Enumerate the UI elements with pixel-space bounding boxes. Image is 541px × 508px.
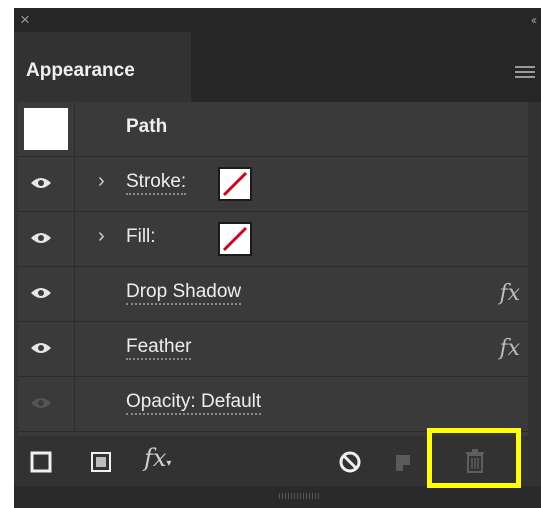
eye-icon-dimmed[interactable] (30, 396, 52, 410)
none-slash-icon (222, 226, 248, 252)
fx-icon[interactable]: fx (499, 336, 520, 361)
eye-icon[interactable] (30, 341, 52, 355)
stroke-none-swatch[interactable] (218, 167, 252, 201)
fill-label[interactable]: Fill: (126, 227, 156, 248)
row-left-column (18, 212, 75, 266)
eye-icon[interactable] (30, 176, 52, 190)
duplicate-item-icon[interactable] (394, 451, 418, 473)
appearance-list: Path › Stroke: › Fill: Drop Shadow fx Fe… (18, 102, 528, 436)
eye-icon[interactable] (30, 231, 52, 245)
row-left-column (18, 322, 75, 376)
highlight-box (427, 428, 521, 488)
list-item-opacity[interactable]: Opacity: Default (18, 377, 528, 432)
opacity-label[interactable]: Opacity: Default (126, 392, 262, 415)
fill-none-swatch[interactable] (218, 222, 252, 256)
eye-icon[interactable] (30, 286, 52, 300)
list-item-stroke[interactable]: › Stroke: (18, 157, 528, 212)
none-slash-icon (222, 171, 248, 197)
row-left-column (18, 102, 75, 156)
clear-appearance-icon[interactable] (338, 450, 362, 474)
close-icon[interactable]: × (20, 11, 30, 29)
list-item-fill[interactable]: › Fill: (18, 212, 528, 267)
tab-label: Appearance (26, 60, 135, 81)
drop-shadow-label[interactable]: Drop Shadow (126, 282, 242, 305)
stroke-label[interactable]: Stroke: (126, 172, 187, 195)
chevron-right-icon[interactable]: › (98, 225, 105, 248)
list-item-feather[interactable]: Feather fx (18, 322, 528, 377)
row-left-column (18, 377, 75, 431)
fx-icon[interactable]: fx (499, 281, 520, 306)
tab-row: Appearance (14, 32, 541, 102)
feather-label[interactable]: Feather (126, 337, 192, 360)
panel-title-bar: × ‹‹ (14, 8, 541, 32)
add-new-fill-icon[interactable] (90, 451, 112, 473)
panel-menu-icon[interactable] (515, 66, 535, 78)
list-item-path[interactable]: Path (18, 102, 528, 157)
add-new-stroke-icon[interactable] (30, 451, 52, 473)
chevron-right-icon[interactable]: › (98, 170, 105, 193)
panel-resize-strip[interactable] (14, 486, 541, 508)
list-item-drop-shadow[interactable]: Drop Shadow fx (18, 267, 528, 322)
tab-appearance[interactable]: Appearance (14, 32, 191, 102)
row-label: Path (126, 116, 168, 137)
path-thumbnail (24, 108, 68, 150)
add-new-effect-icon[interactable]: fx▾ (144, 444, 171, 472)
row-left-column (18, 157, 75, 211)
row-left-column (18, 267, 75, 321)
collapse-panel-icon[interactable]: ‹‹ (531, 13, 537, 27)
resize-grip[interactable] (279, 493, 319, 499)
